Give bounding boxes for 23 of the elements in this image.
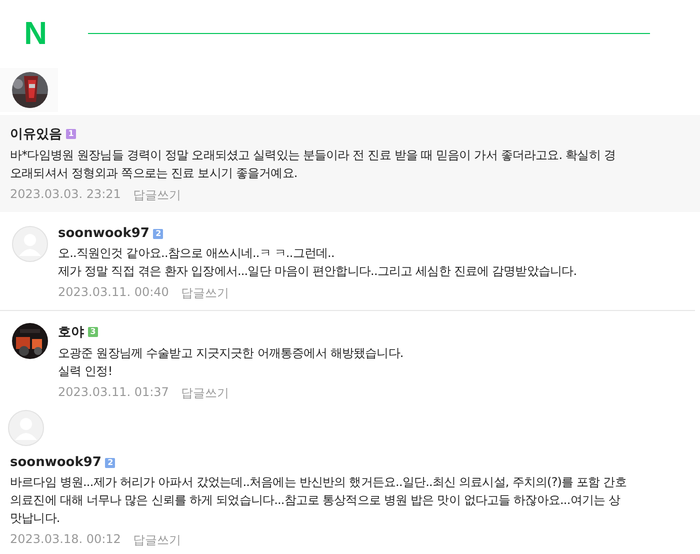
avatar-icon (8, 410, 44, 446)
level-badge: 2 (153, 228, 164, 238)
comment-text: 오광준 원장님께 수술받고 지긋지긋한 어깨통증에서 해방됐습니다. 실력 인정! (58, 345, 404, 380)
comment-date: 2023.03.11. 00:40 (58, 285, 169, 301)
comment-text: 바르다임 병원...제가 허리가 아파서 갔었는데..처음에는 반신반의 했거든요..일단..최신 의료시설, 주치의(?)를 포함 간호 의료진에 대해 너무나 많은 신뢰를 하게 되었습니다...참고로 통상적으로 병원 밥은 맛이 없다고들 하잖아요...여기는 상 맛납니다. (10, 474, 626, 527)
comment-date: 2023.03.11. 01:37 (58, 385, 169, 401)
reply-link[interactable]: 답글쓰기 (132, 187, 181, 204)
level-badge: 3 (88, 327, 98, 337)
avatar-icon (12, 226, 48, 262)
comment-date: 2023.03.18. 00:12 (10, 532, 121, 548)
comment-text: 바*다임병원 원장님들 경력이 정말 오래되셨고 실력있는 분들이라 전 진료 받을 때 믿음이 가서 좋더라고요. 확실히 경 오래되셔서 정형외과 쪽으로는 진료 보시기 좋을거예요. (10, 147, 616, 182)
reply-link[interactable]: 답글쓰기 (180, 385, 229, 402)
username[interactable]: soonwook97 (10, 455, 102, 470)
reply-link[interactable]: 답글쓰기 (132, 532, 181, 549)
reply-link[interactable]: 답글쓰기 (180, 285, 229, 302)
level-badge: 2 (105, 458, 116, 468)
username[interactable]: 호야 (58, 323, 84, 341)
username[interactable]: 이유있음 (10, 125, 62, 143)
logo[interactable]: N (24, 17, 52, 49)
level-badge: 1 (66, 129, 76, 139)
username[interactable]: soonwook97 (58, 226, 150, 241)
comment-date: 2023.03.03. 23:21 (10, 187, 121, 203)
comment-text: 오..직원인것 같아요..참으로 애쓰시네..ㅋ ㅋ..그런데.. 제가 정말 직접 겪은 환자 입장에서...일단 마음이 편안합니다..그리고 세심한 진료에 감명받았습니다. (58, 245, 577, 280)
